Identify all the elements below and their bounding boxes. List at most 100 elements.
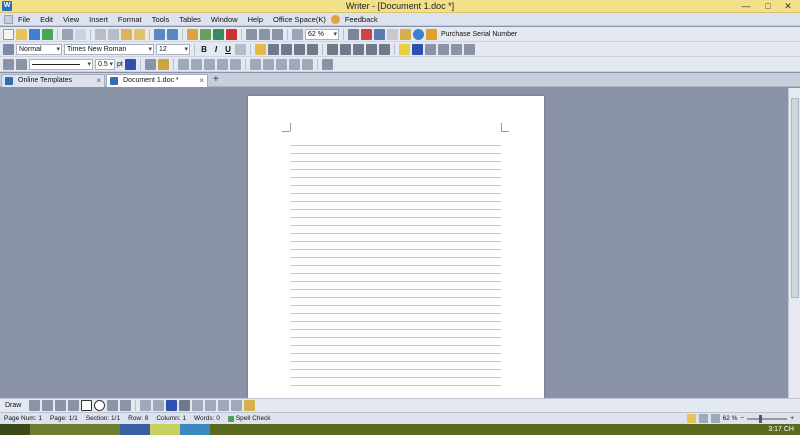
font-color-icon[interactable] bbox=[412, 43, 423, 55]
ellipse-tool-icon[interactable] bbox=[94, 400, 106, 411]
menu-tables[interactable]: Tables bbox=[174, 13, 206, 26]
grow-font-icon[interactable] bbox=[425, 43, 436, 55]
outline-view-icon[interactable] bbox=[710, 414, 720, 423]
subscript-icon[interactable] bbox=[464, 43, 475, 55]
image-tools-icon[interactable] bbox=[244, 400, 256, 411]
insert-column-icon[interactable] bbox=[262, 58, 274, 70]
document-menu-icon[interactable] bbox=[4, 14, 13, 24]
bullets-icon[interactable] bbox=[353, 43, 364, 55]
menu-window[interactable]: Window bbox=[206, 13, 243, 26]
vertical-scrollbar[interactable] bbox=[788, 88, 800, 398]
table-properties-icon[interactable] bbox=[321, 58, 333, 70]
distributed-icon[interactable] bbox=[307, 43, 318, 55]
arrow-tool-icon[interactable] bbox=[68, 400, 80, 411]
autofit-icon[interactable] bbox=[301, 58, 313, 70]
menu-feedback[interactable]: Feedback bbox=[340, 13, 383, 26]
menu-view[interactable]: View bbox=[58, 13, 84, 26]
print-preview-icon[interactable] bbox=[75, 28, 86, 40]
print-icon[interactable] bbox=[62, 28, 73, 40]
zoom-slider[interactable] bbox=[747, 414, 788, 423]
merge-cells-icon[interactable] bbox=[177, 58, 189, 70]
menu-edit[interactable]: Edit bbox=[35, 13, 58, 26]
line-spacing-icon[interactable] bbox=[327, 43, 338, 55]
styles-icon[interactable] bbox=[3, 43, 14, 55]
taskbar-app[interactable] bbox=[120, 424, 150, 435]
insert-image-icon[interactable] bbox=[120, 400, 132, 411]
line-color-icon[interactable] bbox=[153, 400, 165, 411]
delete-column-icon[interactable] bbox=[288, 58, 300, 70]
undo-icon[interactable] bbox=[154, 28, 165, 40]
borders-icon[interactable] bbox=[16, 58, 27, 70]
font-effects-icon[interactable] bbox=[235, 43, 246, 55]
close-tab-icon[interactable]: × bbox=[96, 75, 101, 87]
align-bottom-icon[interactable] bbox=[229, 58, 241, 70]
tab-document-1[interactable]: Document 1.doc * × bbox=[106, 74, 208, 87]
font-color-icon[interactable] bbox=[166, 400, 178, 411]
zoom-out-button[interactable]: − bbox=[740, 415, 744, 422]
delete-row-icon[interactable] bbox=[275, 58, 287, 70]
cut-icon[interactable] bbox=[95, 28, 106, 40]
numbering-icon[interactable] bbox=[340, 43, 351, 55]
navigator-icon[interactable] bbox=[213, 28, 224, 40]
close-button[interactable]: ✕ bbox=[778, 0, 798, 12]
zoom-icon[interactable] bbox=[292, 28, 303, 40]
zoom-slider-knob[interactable] bbox=[759, 414, 763, 423]
spell-check-status[interactable]: Spell Check bbox=[227, 415, 271, 422]
line-style-icon[interactable] bbox=[179, 400, 191, 411]
3d-icon[interactable] bbox=[231, 400, 243, 411]
border-color-icon[interactable] bbox=[124, 58, 136, 70]
underline-button[interactable]: U bbox=[223, 45, 233, 54]
document-page[interactable] bbox=[248, 96, 544, 398]
taskbar-app[interactable] bbox=[60, 424, 90, 435]
select-pointer-icon[interactable] bbox=[29, 400, 41, 411]
format-painter-icon[interactable] bbox=[134, 28, 145, 40]
highlight-color-icon[interactable] bbox=[399, 43, 410, 55]
insert-chart-icon[interactable] bbox=[259, 28, 270, 40]
shadow-icon[interactable] bbox=[218, 400, 230, 411]
data-sources-icon[interactable] bbox=[387, 28, 398, 40]
align-right-icon[interactable] bbox=[281, 43, 292, 55]
minimize-button[interactable]: — bbox=[736, 0, 756, 12]
split-cells-icon[interactable] bbox=[190, 58, 202, 70]
paragraph-style-dropdown[interactable]: Normal bbox=[16, 43, 62, 55]
export-pdf-icon[interactable] bbox=[42, 28, 53, 40]
insert-hyperlink-icon[interactable] bbox=[187, 28, 198, 40]
nonprinting-characters-icon[interactable] bbox=[400, 28, 411, 40]
close-tab-icon[interactable]: × bbox=[199, 75, 204, 87]
font-name-dropdown[interactable]: Times New Roman bbox=[64, 43, 154, 55]
new-tab-button[interactable]: + bbox=[213, 75, 219, 85]
decrease-indent-icon[interactable] bbox=[366, 43, 377, 55]
redo-icon[interactable] bbox=[167, 28, 178, 40]
taskbar-app-writer[interactable] bbox=[180, 424, 210, 435]
help-icon[interactable] bbox=[413, 28, 424, 40]
formula-icon[interactable] bbox=[200, 28, 211, 40]
find-replace-icon[interactable] bbox=[348, 28, 359, 40]
arrow-style-icon[interactable] bbox=[205, 400, 217, 411]
menu-office-space[interactable]: Office Space(K) bbox=[268, 13, 331, 26]
menu-insert[interactable]: Insert bbox=[84, 13, 113, 26]
web-view-icon[interactable] bbox=[698, 414, 708, 423]
purchase-icon[interactable] bbox=[426, 28, 437, 40]
align-center-icon[interactable] bbox=[268, 43, 279, 55]
menu-help[interactable]: Help bbox=[243, 13, 268, 26]
copy-icon[interactable] bbox=[108, 28, 119, 40]
rectangle-tool-icon[interactable] bbox=[81, 400, 93, 411]
table-icon[interactable] bbox=[3, 58, 14, 70]
new-document-icon[interactable] bbox=[3, 28, 14, 40]
text-box-icon[interactable] bbox=[107, 400, 119, 411]
taskbar-app[interactable] bbox=[90, 424, 120, 435]
menu-tools[interactable]: Tools bbox=[147, 13, 175, 26]
feedback-icon[interactable] bbox=[330, 14, 340, 24]
bold-button[interactable]: B bbox=[199, 45, 209, 54]
scrollbar-thumb[interactable] bbox=[791, 98, 799, 298]
purchase-serial-number-button[interactable]: Purchase Serial Number bbox=[441, 31, 517, 38]
start-button[interactable] bbox=[0, 424, 30, 435]
columns-icon[interactable] bbox=[272, 28, 283, 40]
font-size-dropdown[interactable]: 12 bbox=[156, 43, 190, 55]
gallery-icon[interactable] bbox=[374, 28, 385, 40]
increase-indent-icon[interactable] bbox=[379, 43, 390, 55]
insert-table-icon[interactable] bbox=[246, 28, 257, 40]
line-tool-icon[interactable] bbox=[55, 400, 67, 411]
paste-icon[interactable] bbox=[121, 28, 132, 40]
draw-menu-button[interactable]: Draw bbox=[5, 402, 21, 409]
